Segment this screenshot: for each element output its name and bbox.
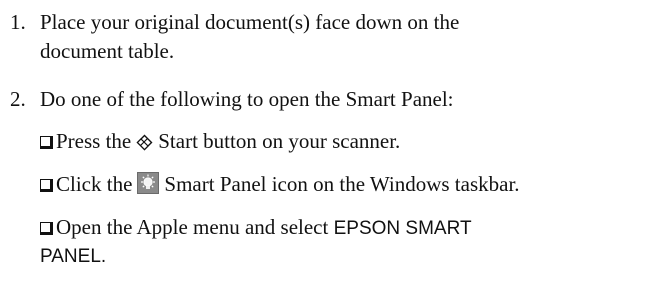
step-number: 2. (10, 87, 26, 111)
step-text-line: Do one of the following to open the Smar… (40, 87, 454, 111)
option-click-icon: Click the Smart Panel icon on the Window… (40, 170, 660, 202)
option-text-before: Press the (56, 129, 132, 153)
option-apple-menu: Open the Apple menu and select EPSON SMA… (40, 213, 660, 243)
option-text-after: Start button on your scanner. (158, 129, 401, 153)
checkbox-bullet-icon (40, 222, 53, 235)
option-press-start: Press the Start button on your scanner. (40, 127, 660, 159)
smart-panel-icon (137, 172, 160, 202)
option-text-after: . (100, 246, 107, 267)
option-text-after: Smart Panel icon on the Windows taskbar. (164, 172, 520, 196)
menu-item-name: PANEL (40, 246, 101, 267)
option-apple-menu-continued: PANEL. (40, 242, 106, 271)
menu-item-name: EPSON SMART (333, 218, 472, 239)
step-number: 1. (10, 10, 26, 34)
option-text-before: Open the Apple menu and select (56, 215, 329, 239)
instructions-document: 1. Place your original document(s) face … (0, 0, 660, 286)
checkbox-bullet-icon (40, 136, 53, 149)
start-button-icon (136, 130, 153, 159)
step-text-line: Place your original document(s) face dow… (40, 10, 460, 34)
step-text: Do one of the following to open the Smar… (40, 85, 660, 114)
checkbox-bullet-icon (40, 179, 53, 192)
step-text-line: document table. (40, 39, 175, 63)
step-text: Place your original document(s) face dow… (40, 8, 660, 66)
option-text-before: Click the (56, 172, 133, 196)
